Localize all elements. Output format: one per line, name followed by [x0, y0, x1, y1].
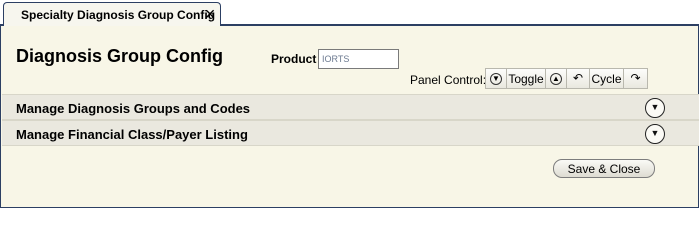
tab-strip: Specialty Diagnosis Group Config ✕ — [0, 0, 699, 26]
page-title: Diagnosis Group Config — [16, 46, 223, 66]
expand-all-button[interactable]: ▲ — [545, 68, 567, 89]
section-title: Manage Financial Class/Payer Listing — [16, 127, 248, 142]
close-icon[interactable]: ✕ — [203, 6, 217, 22]
toggle-button[interactable]: Toggle — [506, 68, 546, 89]
collapse-up-icon: ▲ — [550, 72, 562, 85]
panel-control-toolbar: ▼ Toggle ▲ ↶ Cycle ↷ — [485, 68, 648, 89]
product-label: Product — [271, 52, 317, 66]
chevron-down-icon[interactable]: ▼ — [645, 124, 665, 144]
collapse-down-icon: ▼ — [490, 72, 502, 85]
toggle-label: Toggle — [508, 71, 544, 86]
cycle-back-button[interactable]: ↶ — [566, 68, 590, 89]
section-manage-financial-class[interactable]: Manage Financial Class/Payer Listing ▼ — [2, 120, 699, 146]
tab-label: Specialty Diagnosis Group Config — [21, 8, 216, 22]
tab-specialty-diagnosis-group-config[interactable]: Specialty Diagnosis Group Config ✕ — [3, 2, 221, 26]
cycle-button[interactable]: Cycle — [589, 68, 624, 89]
undo-arrow-icon: ↶ — [572, 70, 584, 85]
cycle-forward-button[interactable]: ↷ — [623, 68, 648, 89]
chevron-down-icon[interactable]: ▼ — [645, 98, 665, 118]
redo-arrow-icon: ↷ — [630, 70, 641, 85]
save-close-button[interactable]: Save & Close — [553, 159, 655, 178]
product-input[interactable] — [318, 49, 399, 69]
panel-control-label: Panel Control: — [410, 73, 487, 87]
cycle-label: Cycle — [591, 71, 622, 86]
section-manage-diagnosis-groups[interactable]: Manage Diagnosis Groups and Codes ▼ — [2, 94, 699, 120]
collapse-all-button[interactable]: ▼ — [485, 68, 507, 89]
content-panel: Diagnosis Group Config Product Panel Con… — [0, 26, 699, 208]
section-title: Manage Diagnosis Groups and Codes — [16, 101, 251, 116]
